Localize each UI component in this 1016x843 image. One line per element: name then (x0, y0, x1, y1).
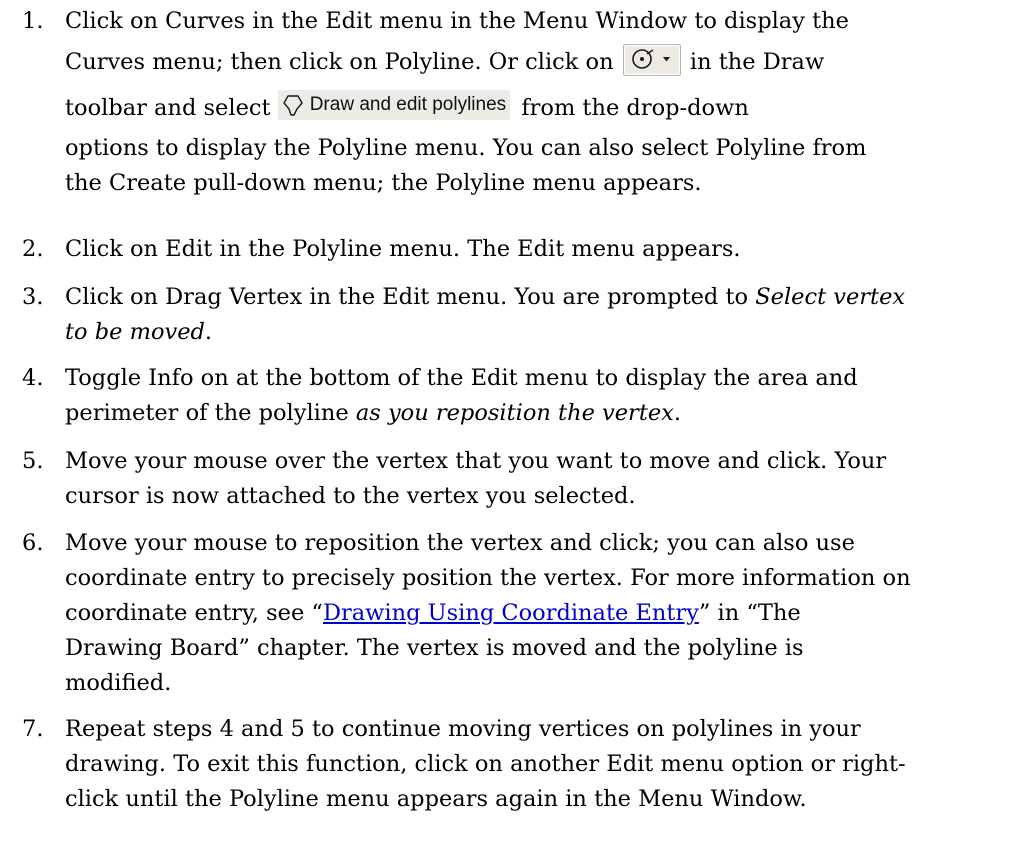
step-text: Move your mouse to reposition the vertex… (65, 526, 988, 701)
step-line: cursor is now attached to the vertex you… (65, 483, 636, 509)
step-line: click until the Polyline menu appears ag… (65, 786, 807, 812)
step-text-fragment: coordinate entry, see “ (65, 600, 323, 626)
step-number: 3. (22, 284, 44, 310)
step-number: 6. (22, 530, 44, 556)
step-text-fragment: from the drop-down (521, 95, 749, 121)
step-text: Click on Curves in the Edit menu in the … (65, 4, 988, 201)
polyline-icon (283, 95, 303, 116)
step-text: Move your mouse over the vertex that you… (65, 444, 988, 514)
draw-and-edit-polylines-option: Draw and edit polylines (277, 90, 511, 120)
step-text-fragment: ” in “The (698, 600, 801, 626)
circle-tool-dropdown-icon (622, 44, 681, 76)
coordinate-entry-link[interactable]: Drawing Using Coordinate Entry (323, 600, 699, 626)
step-line: Click on Drag Vertex in the Edit menu. Y… (65, 280, 988, 315)
step-line: Click on Curves in the Edit menu in the … (65, 8, 849, 34)
step-line: Click on Edit in the Polyline menu. The … (65, 236, 741, 262)
step-text-fragment: Curves menu; then click on Polyline. Or … (65, 49, 614, 75)
step-text-fragment: perimeter of the polyline (65, 400, 349, 426)
step-line: Repeat steps 4 and 5 to continue moving … (65, 716, 861, 742)
step-number: 1. (22, 8, 44, 34)
step-line: Move your mouse to reposition the vertex… (65, 530, 855, 556)
prompt-text: to be moved (65, 319, 205, 345)
step-number: 2. (22, 236, 44, 262)
step-line: options to display the Polyline menu. Yo… (65, 135, 867, 161)
step-text: Repeat steps 4 and 5 to continue moving … (65, 712, 988, 817)
step-line: Curves menu; then click on Polyline. Or … (65, 39, 988, 86)
step-text-fragment: . (673, 400, 682, 426)
step-number: 5. (22, 448, 44, 474)
step-line: Move your mouse over the vertex that you… (65, 448, 887, 474)
option-label: Draw and edit polylines (309, 94, 507, 115)
step-number: 7. (22, 716, 44, 742)
step-line: Drawing Board” chapter. The vertex is mo… (65, 635, 804, 661)
step-text-fragment: toolbar and select (65, 95, 271, 121)
step-text: Click on Drag Vertex in the Edit menu. Y… (65, 280, 988, 350)
step-line: coordinate entry to precisely position t… (65, 565, 911, 591)
step-line: the Create pull-down menu; the Polyline … (65, 170, 702, 196)
emphasis-text: as you reposition the vertex (355, 400, 674, 426)
step-line: modified. (65, 670, 172, 696)
step-line: drawing. To exit this function, click on… (65, 751, 906, 777)
instruction-document: 1. Click on Curves in the Edit menu in t… (0, 0, 1016, 843)
step-line: coordinate entry, see “Drawing Using Coo… (65, 596, 988, 631)
step-text-fragment: in the Draw (689, 49, 825, 75)
step-text: Toggle Info on at the bottom of the Edit… (65, 361, 988, 431)
step-number: 4. (22, 365, 44, 391)
step-text-fragment: Click on Drag Vertex in the Edit menu. Y… (65, 284, 749, 310)
step-line: Toggle Info on at the bottom of the Edit… (65, 365, 858, 391)
step-text: Click on Edit in the Polyline menu. The … (65, 232, 988, 267)
prompt-text: Select vertex (755, 284, 906, 310)
step-line: toolbar and select Draw and edit polylin… (65, 86, 988, 131)
step-text-fragment: . (204, 319, 213, 345)
step-line: perimeter of the polyline as you reposit… (65, 396, 988, 431)
step-line: to be moved. (65, 315, 988, 350)
